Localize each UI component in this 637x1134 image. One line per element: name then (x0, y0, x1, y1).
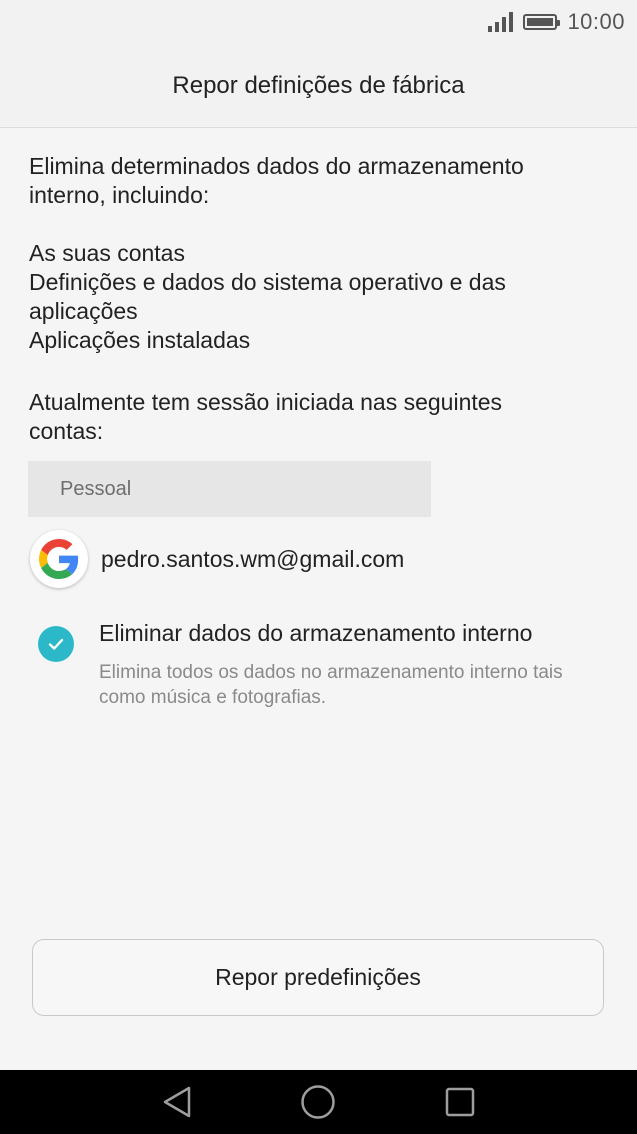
list-item: Definições e dados do sistema operativo … (29, 269, 506, 295)
google-icon (30, 530, 88, 588)
list-item: As suas contas (29, 240, 185, 266)
accounts-line-2: contas: (29, 418, 104, 444)
status-bar: 10:00 (0, 0, 637, 44)
navigation-bar (0, 1070, 637, 1134)
checkmark-icon[interactable] (38, 626, 74, 662)
section-label: Pessoal (60, 477, 132, 500)
intro-text: Elimina determinados dados do armazename… (29, 152, 609, 210)
accounts-line-1: Atualmente tem sessão iniciada nas segui… (29, 389, 503, 415)
app-header: Repor definições de fábrica (0, 44, 637, 128)
account-row: pedro.santos.wm@gmail.com (30, 529, 404, 589)
status-icons: 10:00 (488, 8, 625, 36)
recents-icon[interactable] (442, 1084, 478, 1120)
data-items-list: As suas contas Definições e dados do sis… (29, 239, 609, 355)
accounts-section-header: Pessoal (28, 461, 431, 517)
home-icon[interactable] (300, 1084, 336, 1120)
accounts-notice: Atualmente tem sessão iniciada nas segui… (29, 388, 609, 446)
option-title: Eliminar dados do armazenamento interno (99, 620, 533, 646)
list-item: Aplicações instaladas (29, 327, 251, 353)
intro-line-2: interno, incluindo: (29, 182, 210, 208)
option-description: Elimina todos os dados no armazenamento … (99, 662, 563, 708)
back-icon[interactable] (159, 1084, 195, 1120)
reset-defaults-button[interactable]: Repor predefinições (32, 939, 604, 1016)
battery-icon (523, 14, 561, 30)
list-item: aplicações (29, 298, 138, 324)
account-email: pedro.santos.wm@gmail.com (101, 545, 405, 572)
page-title: Repor definições de fábrica (172, 71, 465, 99)
status-time: 10:00 (567, 9, 625, 34)
intro-line-1: Elimina determinados dados do armazename… (29, 153, 524, 179)
signal-icon (488, 12, 514, 32)
